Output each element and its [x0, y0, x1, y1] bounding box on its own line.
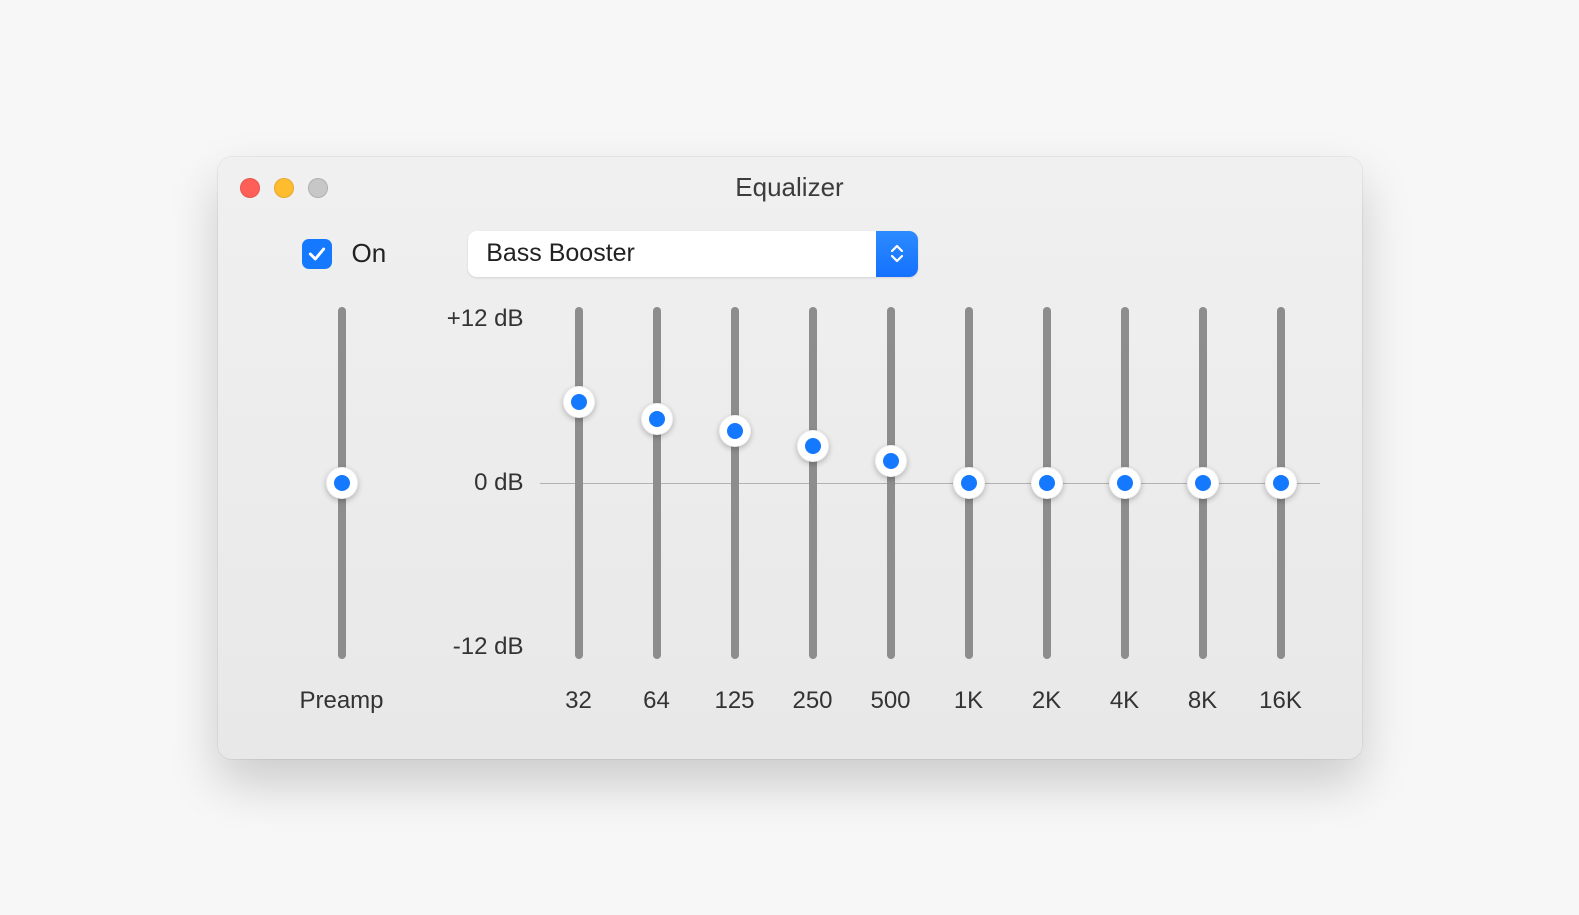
band-250: [774, 301, 852, 659]
band-slider-knob[interactable]: [1265, 467, 1297, 499]
band-slider-track[interactable]: [1121, 307, 1129, 659]
band-500: [852, 301, 930, 659]
band-slider-track[interactable]: [653, 307, 661, 659]
db-max-label: +12 dB: [447, 307, 524, 331]
freq-label: 16K: [1242, 687, 1320, 715]
band-slider-knob[interactable]: [719, 415, 751, 447]
on-label: On: [352, 238, 387, 269]
checkmark-icon: [307, 244, 327, 264]
band-frequency-labels: 32 64 125 250 500 1K 2K 4K 8K 16K: [540, 659, 1320, 715]
on-checkbox[interactable]: [302, 239, 332, 269]
equalizer-window: Equalizer On Bass Booster +12 dB 0 dB: [218, 157, 1362, 759]
band-slider-track[interactable]: [1277, 307, 1285, 659]
equalizer-area: +12 dB 0 dB -12 dB: [218, 301, 1362, 659]
db-mid-label: 0 dB: [474, 471, 523, 495]
freq-label: 8K: [1164, 687, 1242, 715]
freq-label: 2K: [1008, 687, 1086, 715]
preamp-column: [282, 301, 402, 659]
band-slider-track[interactable]: [731, 307, 739, 659]
preset-selected-value: Bass Booster: [468, 231, 876, 277]
band-slider-knob[interactable]: [1031, 467, 1063, 499]
band-slider-track[interactable]: [887, 307, 895, 659]
band-slider-knob[interactable]: [641, 403, 673, 435]
band-slider-track[interactable]: [965, 307, 973, 659]
controls-row: On Bass Booster: [218, 219, 1362, 301]
band-slider-track[interactable]: [575, 307, 583, 659]
band-grid: [540, 301, 1320, 659]
band-125: [696, 301, 774, 659]
titlebar: Equalizer: [218, 157, 1362, 219]
band-4k: [1086, 301, 1164, 659]
band-slider-knob[interactable]: [1109, 467, 1141, 499]
band-slider-track[interactable]: [1043, 307, 1051, 659]
traffic-lights: [240, 178, 328, 198]
chevron-up-icon: [890, 244, 904, 253]
preamp-label: Preamp: [282, 687, 402, 715]
preamp-slider-knob[interactable]: [326, 467, 358, 499]
band-slider-knob[interactable]: [563, 386, 595, 418]
freq-label: 250: [774, 687, 852, 715]
close-window-button[interactable]: [240, 178, 260, 198]
band-slider-knob[interactable]: [797, 430, 829, 462]
chevron-down-icon: [890, 254, 904, 263]
band-slider-knob[interactable]: [953, 467, 985, 499]
band-slider-track[interactable]: [1199, 307, 1207, 659]
preset-stepper-button[interactable]: [876, 231, 918, 277]
band-16k: [1242, 301, 1320, 659]
freq-label: 4K: [1086, 687, 1164, 715]
band-slider-knob[interactable]: [1187, 467, 1219, 499]
freq-label: 1K: [930, 687, 1008, 715]
band-slider-knob[interactable]: [875, 445, 907, 477]
band-1k: [930, 301, 1008, 659]
preamp-slider-track[interactable]: [338, 307, 346, 659]
band-slider-track[interactable]: [809, 307, 817, 659]
freq-label: 125: [696, 687, 774, 715]
freq-label: 32: [540, 687, 618, 715]
minimize-window-button[interactable]: [274, 178, 294, 198]
band-64: [618, 301, 696, 659]
freq-label: 500: [852, 687, 930, 715]
freq-label: 64: [618, 687, 696, 715]
maximize-window-button[interactable]: [308, 178, 328, 198]
window-title: Equalizer: [218, 172, 1362, 203]
db-scale-labels: +12 dB 0 dB -12 dB: [402, 307, 540, 659]
band-8k: [1164, 301, 1242, 659]
db-min-label: -12 dB: [453, 635, 524, 659]
preset-select[interactable]: Bass Booster: [468, 231, 918, 277]
labels-row: Preamp 32 64 125 250 500 1K 2K 4K 8K 16K: [218, 659, 1362, 715]
band-2k: [1008, 301, 1086, 659]
band-32: [540, 301, 618, 659]
